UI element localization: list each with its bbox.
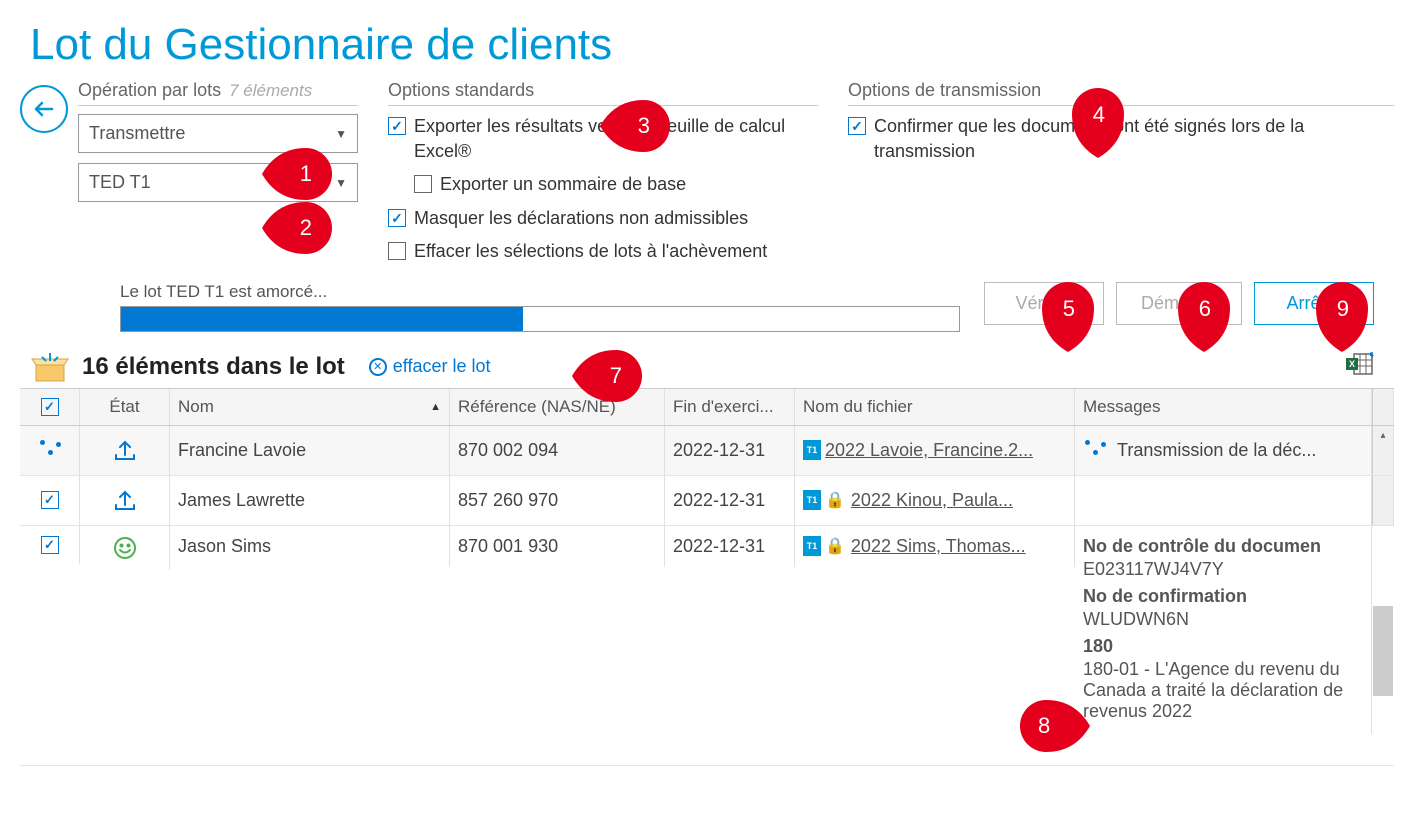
- dropdown-type-value: TED T1: [89, 172, 151, 193]
- checkbox-unchecked-icon: [388, 242, 406, 260]
- clear-batch-button[interactable]: ✕ effacer le lot: [369, 356, 491, 377]
- lock-icon: 🔒: [825, 490, 845, 510]
- cell-date: 2022-12-31: [665, 426, 795, 475]
- option-confirm-signed[interactable]: Confirmer que les documents ont été sign…: [848, 114, 1394, 164]
- upload-icon: [113, 439, 137, 461]
- cell-date: 2022-12-31: [665, 476, 795, 525]
- cell-date: 2022-12-31: [665, 526, 795, 567]
- cell-ref: 870 001 930: [450, 526, 665, 567]
- file-link[interactable]: 2022 Sims, Thomas...: [851, 536, 1026, 557]
- box-icon: [30, 352, 70, 382]
- cell-message-block: No de contrôle du documen E023117WJ4V7Y …: [1075, 526, 1372, 734]
- msg-code: 180: [1083, 636, 1363, 657]
- cell-ref: 870 002 094: [450, 426, 665, 475]
- chevron-down-icon: ▼: [335, 176, 347, 190]
- transmission-options-header: Options de transmission: [848, 80, 1394, 106]
- message-text: Transmission de la déc...: [1117, 440, 1316, 461]
- transmission-options-label: Options de transmission: [848, 80, 1041, 101]
- smile-icon: [113, 536, 137, 560]
- progress-fill: [121, 307, 523, 331]
- upload-icon: [113, 489, 137, 511]
- header-status[interactable]: État: [80, 389, 170, 425]
- option-label: Exporter un sommaire de base: [440, 172, 818, 197]
- clear-batch-label: effacer le lot: [393, 356, 491, 377]
- conf-value: WLUDWN6N: [1083, 609, 1363, 630]
- scrollbar-header: [1372, 389, 1394, 425]
- export-excel-icon[interactable]: X: [1346, 352, 1374, 381]
- operation-dropdown-type[interactable]: TED T1 ▼: [78, 163, 358, 202]
- cell-message: Transmission de la déc...: [1075, 426, 1372, 475]
- progress-label: Le lot TED T1 est amorcé...: [120, 282, 960, 302]
- conf-label: No de confirmation: [1083, 586, 1363, 607]
- header-messages[interactable]: Messages: [1075, 389, 1372, 425]
- dcn-value: E023117WJ4V7Y: [1083, 559, 1363, 580]
- batch-grid: État Nom ▲ Référence (NAS/NE) Fin d'exerc…: [20, 388, 1394, 766]
- lock-icon: 🔒: [825, 536, 845, 556]
- t1-file-icon: T1: [803, 440, 821, 460]
- scrollbar-cell: [1372, 476, 1394, 525]
- checkbox-checked-icon: [388, 209, 406, 227]
- operation-count: 7 éléments: [229, 81, 312, 101]
- checkbox-checked-icon[interactable]: [41, 536, 59, 554]
- msg-body: 180-01 - L'Agence du revenu du Canada a …: [1083, 659, 1363, 722]
- option-label: Effacer les sélections de lots à l'achèv…: [414, 239, 818, 264]
- cell-name: Jason Sims: [170, 526, 450, 567]
- scrollbar-thumb[interactable]: [1373, 606, 1393, 696]
- standard-options-label: Options standards: [388, 80, 534, 101]
- option-export-excel[interactable]: Exporter les résultats vers une feuille …: [388, 114, 818, 164]
- operation-label: Opération par lots: [78, 80, 221, 101]
- header-reference[interactable]: Référence (NAS/NE): [450, 389, 665, 425]
- grid-header-row: État Nom ▲ Référence (NAS/NE) Fin d'exerc…: [20, 389, 1394, 426]
- option-label: Masquer les déclarations non admissibles: [414, 206, 818, 231]
- svg-text:X: X: [1349, 359, 1355, 369]
- cell-file: T1 🔒 2022 Kinou, Paula...: [795, 476, 1075, 525]
- checkbox-unchecked-icon: [414, 175, 432, 193]
- checkbox-checked-icon: [388, 117, 406, 135]
- cell-name: Francine Lavoie: [170, 426, 450, 475]
- header-year-end[interactable]: Fin d'exerci...: [665, 389, 795, 425]
- cell-file: T1 2022 Lavoie, Francine.2...: [795, 426, 1075, 475]
- cell-ref: 857 260 970: [450, 476, 665, 525]
- chevron-down-icon: ▼: [335, 127, 347, 141]
- option-label: Confirmer que les documents ont été sign…: [874, 114, 1394, 164]
- header-filename[interactable]: Nom du fichier: [795, 389, 1075, 425]
- spinner-icon: [38, 438, 62, 462]
- t1-file-icon: T1: [803, 490, 821, 510]
- option-mask-ineligible[interactable]: Masquer les déclarations non admissibles: [388, 206, 818, 231]
- standard-options-header: Options standards: [388, 80, 818, 106]
- stop-button[interactable]: Arrêter: [1254, 282, 1374, 325]
- header-name[interactable]: Nom ▲: [170, 389, 450, 425]
- cell-message: [1075, 476, 1372, 525]
- checkbox-checked-icon: [848, 117, 866, 135]
- table-row[interactable]: Francine Lavoie 870 002 094 2022-12-31 T…: [20, 426, 1394, 476]
- back-button[interactable]: [20, 85, 68, 133]
- scrollbar-up-arrow[interactable]: ▴: [1373, 426, 1393, 446]
- t1-file-icon: T1: [803, 536, 821, 556]
- table-row[interactable]: James Lawrette 857 260 970 2022-12-31 T1…: [20, 476, 1394, 526]
- page-title: Lot du Gestionnaire de clients: [30, 20, 1394, 70]
- option-label: Exporter les résultats vers une feuille …: [414, 114, 818, 164]
- header-name-label: Nom: [178, 397, 214, 417]
- clear-icon: ✕: [369, 358, 387, 376]
- start-button[interactable]: Démarrer: [1116, 282, 1242, 325]
- checkbox-checked-icon: [41, 398, 59, 416]
- checkbox-checked-icon[interactable]: [41, 491, 59, 509]
- file-link[interactable]: 2022 Kinou, Paula...: [851, 490, 1013, 511]
- operation-dropdown-action[interactable]: Transmettre ▼: [78, 114, 358, 153]
- operation-header: Opération par lots 7 éléments: [78, 80, 358, 106]
- option-export-summary[interactable]: Exporter un sommaire de base: [414, 172, 818, 197]
- cell-name: James Lawrette: [170, 476, 450, 525]
- verify-button[interactable]: Vérifier: [984, 282, 1104, 325]
- file-link[interactable]: 2022 Lavoie, Francine.2...: [825, 440, 1033, 461]
- dcn-label: No de contrôle du documen: [1083, 536, 1363, 557]
- option-clear-selections[interactable]: Effacer les sélections de lots à l'achèv…: [388, 239, 818, 264]
- sort-asc-icon: ▲: [430, 401, 441, 413]
- cell-file: T1 🔒 2022 Sims, Thomas...: [795, 526, 1075, 567]
- progress-bar: [120, 306, 960, 332]
- header-select-all[interactable]: [20, 389, 80, 425]
- dropdown-action-value: Transmettre: [89, 123, 185, 144]
- batch-count-title: 16 éléments dans le lot: [82, 353, 345, 381]
- table-row[interactable]: Jason Sims 870 001 930 2022-12-31 T1 🔒 2…: [20, 526, 1394, 766]
- spinner-icon: [1083, 438, 1107, 462]
